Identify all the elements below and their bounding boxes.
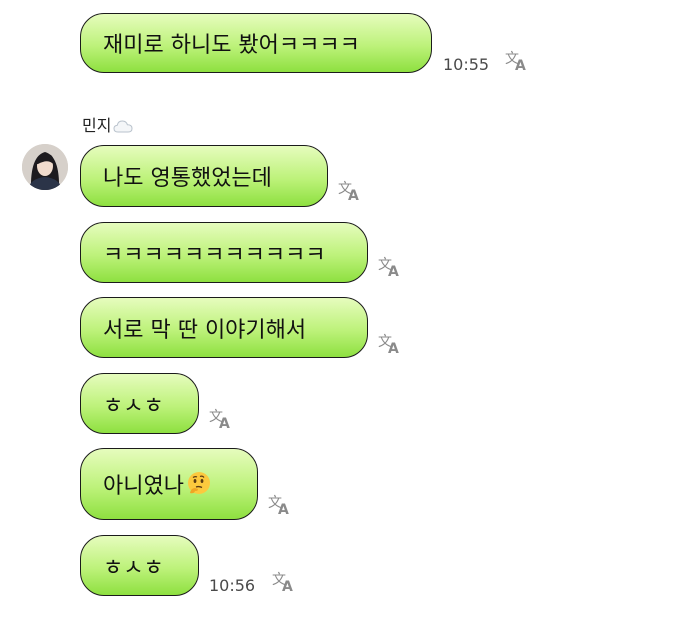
translate-icon[interactable]: 文 A bbox=[338, 182, 362, 204]
message-bubble[interactable]: 아니였나 bbox=[80, 448, 258, 520]
message-bubble[interactable]: ㅋㅋㅋㅋㅋㅋㅋㅋㅋㅋㅋ bbox=[80, 222, 368, 283]
translate-icon[interactable]: 文 A bbox=[272, 573, 296, 595]
sender-name: 민지 bbox=[82, 112, 133, 137]
translate-icon[interactable]: 文 A bbox=[505, 52, 529, 74]
translate-icon[interactable]: 文 A bbox=[378, 335, 402, 357]
thinking-face-icon bbox=[186, 471, 212, 497]
message-text: ㅋㅋㅋㅋㅋㅋㅋㅋㅋㅋㅋ bbox=[103, 242, 326, 268]
message-text: ㅎㅅㅎ bbox=[103, 555, 164, 581]
message-timestamp: 10:55 bbox=[443, 55, 490, 74]
translate-icon[interactable]: 文 A bbox=[209, 410, 233, 432]
translate-icon[interactable]: 文 A bbox=[268, 496, 292, 518]
message-bubble[interactable]: 재미로 하니도 봤어ㅋㅋㅋㅋ bbox=[80, 13, 432, 73]
avatar[interactable] bbox=[22, 144, 68, 190]
cloud-icon bbox=[113, 118, 133, 137]
message-timestamp: 10:56 bbox=[209, 576, 256, 595]
message-bubble[interactable]: 나도 영통했었는데 bbox=[80, 145, 328, 207]
message-text: 서로 막 딴 이야기해서 bbox=[103, 317, 307, 343]
message-text: 나도 영통했었는데 bbox=[103, 166, 272, 191]
message-text: 아니였나 bbox=[103, 474, 184, 499]
message-text: 재미로 하니도 봤어ㅋㅋㅋㅋ bbox=[103, 33, 360, 58]
message-bubble[interactable]: ㅎㅅㅎ bbox=[80, 373, 199, 434]
message-text: ㅎㅅㅎ bbox=[103, 393, 164, 419]
message-bubble[interactable]: 서로 막 딴 이야기해서 bbox=[80, 297, 368, 358]
message-bubble[interactable]: ㅎㅅㅎ bbox=[80, 535, 199, 596]
translate-icon[interactable]: 文 A bbox=[378, 258, 402, 280]
